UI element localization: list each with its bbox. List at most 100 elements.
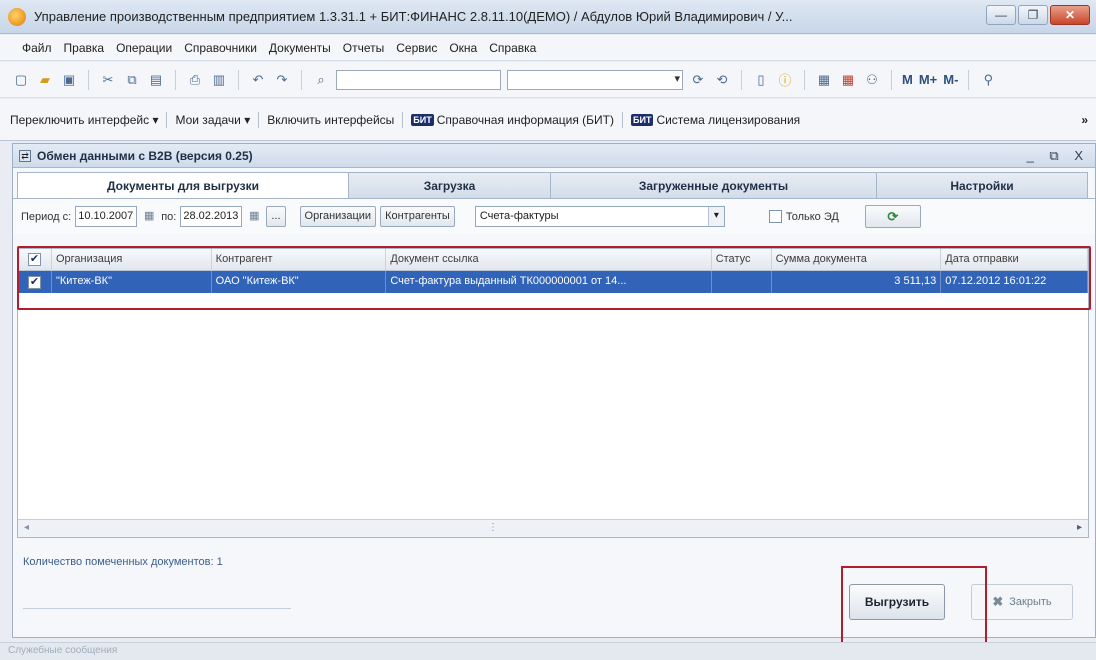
- menu-references[interactable]: Справочники: [184, 41, 257, 55]
- licensing-link[interactable]: БИТ Система лицензирования: [631, 113, 800, 127]
- scroll-right-icon[interactable]: ▸: [1077, 522, 1082, 533]
- search-input[interactable]: [336, 69, 501, 90]
- save-icon[interactable]: ▣: [60, 71, 78, 89]
- more-chevron-icon[interactable]: »: [1081, 113, 1088, 127]
- app-icon: [8, 7, 26, 26]
- redo-icon[interactable]: ↷: [273, 71, 291, 89]
- help-icon[interactable]: ⚲: [979, 71, 997, 89]
- calendar-icon[interactable]: ▦: [839, 71, 857, 89]
- toolbar-separator: [238, 69, 239, 90]
- menu-documents[interactable]: Документы: [269, 41, 331, 55]
- close-icon: ✖: [992, 594, 1004, 609]
- menu-reports[interactable]: Отчеты: [343, 41, 384, 55]
- exchange-window: ⇄ Обмен данными с B2B (версия 0.25) _ ⧉ …: [12, 143, 1096, 638]
- column-header[interactable]: Организация: [52, 249, 212, 270]
- check-icon: ✔: [27, 275, 41, 289]
- column-header[interactable]: Контрагент: [212, 249, 387, 270]
- document-type-value: Счета-фактуры: [479, 210, 559, 222]
- bar-separator: [402, 111, 404, 128]
- switch-interface-menu[interactable]: Переключить интерфейс ▾: [10, 113, 158, 127]
- enable-interfaces-link[interactable]: Включить интерфейсы: [267, 113, 394, 127]
- column-header[interactable]: Статус: [712, 249, 772, 270]
- undo-icon[interactable]: ↶: [249, 71, 267, 89]
- title-bar: Управление производственным предприятием…: [0, 0, 1096, 34]
- bar-separator: [622, 111, 623, 128]
- close-dialog-button[interactable]: ✖ Закрыть: [971, 584, 1073, 620]
- find-next-icon[interactable]: ⟳: [689, 71, 707, 89]
- refresh-button[interactable]: ⟳: [864, 205, 921, 228]
- date-to-field[interactable]: 28.02.2013: [180, 206, 243, 227]
- search-icon[interactable]: ⌕: [312, 71, 330, 89]
- column-header[interactable]: Дата отправки: [941, 249, 1089, 270]
- paste-icon[interactable]: ▤: [147, 71, 165, 89]
- bit-logo-icon: БИТ: [411, 113, 434, 126]
- preview-icon[interactable]: ▥: [210, 71, 228, 89]
- find-prev-icon[interactable]: ⟲: [713, 71, 731, 89]
- help-info-label: Справочная информация (БИТ): [436, 112, 614, 127]
- only-ed-checkbox[interactable]: [768, 210, 782, 223]
- tab-settings[interactable]: Настройки: [876, 172, 1088, 198]
- search-history-combo[interactable]: [507, 69, 683, 90]
- menu-operations[interactable]: Операции: [116, 41, 172, 55]
- minimize-button[interactable]: —: [986, 5, 1016, 25]
- calendar-icon[interactable]: ▦: [246, 206, 262, 227]
- help-info-link[interactable]: БИТ Справочная информация (БИТ): [411, 113, 614, 127]
- select-all-checkbox[interactable]: ✔: [18, 249, 52, 270]
- column-header[interactable]: Документ ссылка: [386, 249, 712, 270]
- document-type-select[interactable]: Счета-фактуры ▾: [474, 206, 725, 227]
- calendar-icon[interactable]: ▦: [141, 206, 157, 227]
- memory-mplus-button[interactable]: M+: [919, 72, 937, 87]
- cell-status: [712, 271, 772, 293]
- tab-imported-documents[interactable]: Загруженные документы: [550, 172, 877, 198]
- chevron-down-icon[interactable]: ▾: [707, 207, 724, 226]
- copy-icon[interactable]: ⧉: [123, 71, 141, 89]
- maximize-button[interactable]: ❐: [1018, 5, 1048, 25]
- close-button[interactable]: ✕: [1050, 5, 1090, 25]
- table-header: ✔ Организация Контрагент Документ ссылка…: [18, 249, 1089, 271]
- my-tasks-label: Мои задачи: [175, 112, 241, 127]
- cell-counterparty: ОАО "Китеж-ВК": [212, 271, 387, 293]
- licensing-label: Система лицензирования: [656, 112, 801, 127]
- menu-windows[interactable]: Окна: [449, 41, 477, 55]
- date-from-field[interactable]: 10.10.2007: [75, 206, 138, 227]
- check-icon: ✔: [27, 253, 41, 266]
- menu-bar: Файл Правка Операции Справочники Докумен…: [0, 35, 1096, 61]
- memory-m-button[interactable]: M: [902, 72, 913, 87]
- users-icon[interactable]: ⚇: [863, 71, 881, 89]
- open-folder-icon[interactable]: ▰: [36, 71, 54, 89]
- table-row[interactable]: ✔ "Китеж-ВК" ОАО "Китеж-ВК" Счет-фактура…: [18, 271, 1089, 293]
- tab-documents-export[interactable]: Документы для выгрузки: [17, 172, 349, 198]
- tab-import[interactable]: Загрузка: [348, 172, 551, 198]
- organizations-button[interactable]: Организации: [299, 206, 377, 227]
- row-checkbox[interactable]: ✔: [18, 271, 52, 293]
- scroll-thumb-grip[interactable]: ⋮: [488, 522, 498, 533]
- menu-service[interactable]: Сервис: [396, 41, 437, 55]
- cell-organization: "Китеж-ВК": [52, 271, 212, 293]
- counterparties-button[interactable]: Контрагенты: [380, 206, 455, 227]
- new-document-icon[interactable]: ▢: [12, 71, 30, 89]
- menu-file[interactable]: Файл: [22, 41, 52, 55]
- bar-separator: [166, 111, 168, 128]
- menu-edit[interactable]: Правка: [64, 41, 105, 55]
- period-select-button[interactable]: ...: [266, 206, 286, 227]
- cut-icon[interactable]: ✂: [99, 71, 117, 89]
- exchange-icon: ⇄: [19, 149, 31, 162]
- period-label: Период с:: [21, 210, 72, 223]
- memory-mminus-button[interactable]: M-: [943, 72, 958, 87]
- toolbar-separator: [175, 69, 176, 90]
- chevron-down-icon: ▾: [240, 112, 251, 127]
- horizontal-scrollbar[interactable]: ◂ ⋮ ▸: [18, 519, 1088, 537]
- print-icon[interactable]: ⎙: [186, 71, 204, 89]
- to-label: по:: [161, 210, 177, 223]
- column-header[interactable]: Сумма документа: [772, 249, 942, 270]
- scroll-left-icon[interactable]: ◂: [24, 522, 29, 533]
- export-button[interactable]: Выгрузить: [849, 584, 945, 620]
- info-icon[interactable]: ⓘ: [776, 71, 794, 89]
- document-icon[interactable]: ▯: [752, 71, 770, 89]
- menu-help[interactable]: Справка: [489, 41, 536, 55]
- filter-row: Период с: 10.10.2007 ▦ по: 28.02.2013 ▦ …: [13, 198, 1095, 234]
- window-controls[interactable]: _ ⧉ X: [1027, 148, 1089, 164]
- my-tasks-menu[interactable]: Мои задачи ▾: [175, 113, 250, 127]
- cell-document-link[interactable]: Счет-фактура выданный ТК000000001 от 14.…: [386, 271, 712, 293]
- calculator-icon[interactable]: ▦: [815, 71, 833, 89]
